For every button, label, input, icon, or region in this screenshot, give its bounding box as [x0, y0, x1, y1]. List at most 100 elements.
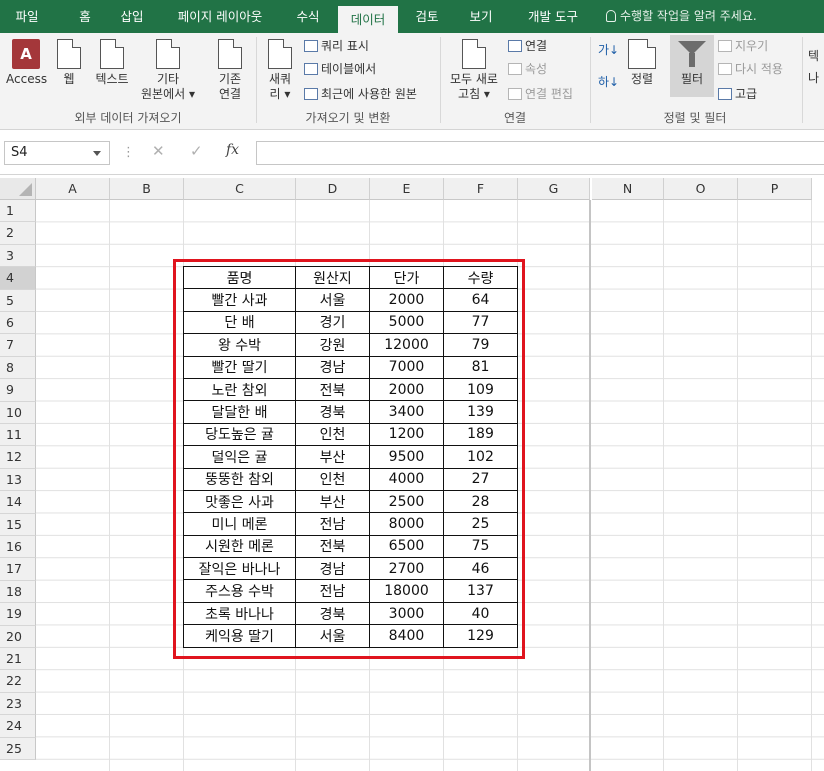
text-button[interactable]: 텍스트: [90, 39, 134, 87]
cell[interactable]: 28: [443, 489, 518, 514]
insert-function-icon[interactable]: fx: [226, 142, 239, 158]
row-header[interactable]: 3: [0, 244, 36, 268]
cell[interactable]: 129: [443, 624, 518, 648]
column-header-c[interactable]: C: [184, 178, 296, 200]
cell[interactable]: 전남: [295, 579, 370, 603]
recent-sources-button[interactable]: 최근에 사용한 원본: [304, 85, 417, 103]
cell[interactable]: 8400: [369, 624, 444, 648]
sort-ascending-button[interactable]: 가↓: [598, 41, 619, 59]
cell[interactable]: 경남: [295, 355, 370, 379]
column-header-e[interactable]: E: [370, 178, 444, 200]
row-header[interactable]: 9: [0, 379, 36, 402]
cell[interactable]: 잘익은 바나나: [183, 557, 296, 581]
cell[interactable]: 27: [443, 467, 518, 491]
name-box[interactable]: S4: [4, 141, 110, 165]
select-all-corner[interactable]: [0, 178, 36, 200]
text-to-columns-button-cut[interactable]: 텍 나: [808, 45, 824, 89]
row-header[interactable]: 18: [0, 580, 36, 604]
row-header[interactable]: 10: [0, 401, 36, 424]
cell[interactable]: 경북: [295, 601, 370, 626]
row-header[interactable]: 17: [0, 558, 36, 581]
column-header-p[interactable]: P: [738, 178, 812, 200]
cell[interactable]: 경북: [295, 400, 370, 424]
cell[interactable]: 단 배: [183, 310, 296, 335]
cell[interactable]: 왕 수박: [183, 333, 296, 357]
web-button[interactable]: 웹: [54, 39, 84, 87]
cell[interactable]: 달달한 배: [183, 400, 296, 424]
sort-button[interactable]: 정렬: [624, 39, 660, 87]
refresh-all-button[interactable]: 모두 새로 고침 ▾: [446, 39, 502, 102]
cell[interactable]: 137: [443, 579, 518, 603]
row-header[interactable]: 23: [0, 692, 36, 716]
tab-home[interactable]: 홈: [68, 0, 102, 33]
tab-view[interactable]: 보기: [460, 0, 502, 33]
cell[interactable]: 2000: [369, 288, 444, 312]
row-header[interactable]: 7: [0, 334, 36, 357]
cell[interactable]: 139: [443, 400, 518, 424]
tab-file[interactable]: 파일: [6, 0, 48, 33]
cell[interactable]: 2000: [369, 377, 444, 402]
access-button[interactable]: A Access: [6, 39, 47, 87]
cell[interactable]: 뚱뚱한 참외: [183, 467, 296, 491]
column-header-o[interactable]: O: [664, 178, 738, 200]
cell[interactable]: 109: [443, 377, 518, 402]
row-header[interactable]: 11: [0, 424, 36, 447]
cell[interactable]: 75: [443, 534, 518, 559]
header-cell[interactable]: 수량: [443, 265, 518, 290]
row-header[interactable]: 13: [0, 468, 36, 492]
cell[interactable]: 부산: [295, 445, 370, 469]
connections-button[interactable]: 연결: [508, 37, 547, 55]
cell[interactable]: 79: [443, 333, 518, 357]
row-header[interactable]: 24: [0, 715, 36, 738]
cell[interactable]: 102: [443, 445, 518, 469]
row-header[interactable]: 16: [0, 536, 36, 559]
cell[interactable]: 케익용 딸기: [183, 624, 296, 648]
advanced-filter-button[interactable]: 고급: [718, 85, 757, 103]
cell[interactable]: 7000: [369, 355, 444, 379]
cell[interactable]: 인천: [295, 467, 370, 491]
cell[interactable]: 3400: [369, 400, 444, 424]
tab-formulas[interactable]: 수식: [288, 0, 328, 33]
cell[interactable]: 인천: [295, 422, 370, 447]
cell[interactable]: 전남: [295, 512, 370, 536]
column-header-b[interactable]: B: [110, 178, 184, 200]
header-cell[interactable]: 원산지: [295, 265, 370, 290]
cell[interactable]: 6500: [369, 534, 444, 559]
row-header[interactable]: 15: [0, 513, 36, 536]
reapply-button[interactable]: 다시 적용: [718, 60, 783, 78]
cell[interactable]: 빨간 사과: [183, 288, 296, 312]
cell[interactable]: 빨간 딸기: [183, 355, 296, 379]
cell[interactable]: 전북: [295, 534, 370, 559]
tell-me-search[interactable]: 수행할 작업을 알려 주세요.: [606, 0, 757, 33]
cell[interactable]: 12000: [369, 333, 444, 357]
row-header[interactable]: 14: [0, 491, 36, 514]
tab-page-layout[interactable]: 페이지 레이아웃: [166, 0, 274, 33]
column-header-d[interactable]: D: [296, 178, 370, 200]
cell[interactable]: 초록 바나나: [183, 601, 296, 626]
cell[interactable]: 40: [443, 601, 518, 626]
cell[interactable]: 25: [443, 512, 518, 536]
cell[interactable]: 18000: [369, 579, 444, 603]
cell[interactable]: 경기: [295, 310, 370, 335]
cell[interactable]: 2500: [369, 489, 444, 514]
enter-icon[interactable]: ✓: [190, 142, 203, 160]
cancel-icon[interactable]: ✕: [152, 142, 165, 160]
header-cell[interactable]: 품명: [183, 265, 296, 290]
cell[interactable]: 경남: [295, 557, 370, 581]
cell[interactable]: 189: [443, 422, 518, 447]
clear-filter-button[interactable]: 지우기: [718, 37, 768, 55]
column-header-f[interactable]: F: [444, 178, 518, 200]
cell[interactable]: 1200: [369, 422, 444, 447]
tab-review[interactable]: 검토: [406, 0, 448, 33]
row-header[interactable]: 5: [0, 289, 36, 312]
cell[interactable]: 덜익은 귤: [183, 445, 296, 469]
tab-insert[interactable]: 삽입: [112, 0, 152, 33]
new-query-button[interactable]: 새쿼 리 ▾: [262, 39, 298, 102]
cell[interactable]: 서울: [295, 288, 370, 312]
row-header[interactable]: 2: [0, 222, 36, 245]
other-sources-button[interactable]: 기타 원본에서 ▾: [136, 39, 200, 102]
row-header[interactable]: 6: [0, 312, 36, 335]
cell[interactable]: 서울: [295, 624, 370, 648]
show-queries-button[interactable]: 쿼리 표시: [304, 37, 369, 55]
cell[interactable]: 시원한 메론: [183, 534, 296, 559]
